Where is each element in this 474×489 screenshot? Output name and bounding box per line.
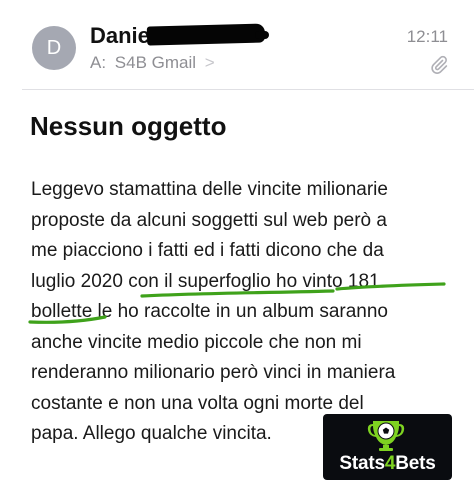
paperclip-icon[interactable] (430, 54, 448, 74)
logo-text-bets: Bets (395, 453, 436, 474)
header-divider (22, 89, 474, 90)
body-line: bollette le ho raccolte in un album sara… (31, 301, 389, 322)
stats4bets-logo: Stats4Bets (323, 414, 452, 480)
recipient-row[interactable]: A: S4B Gmail > (90, 53, 215, 73)
chevron-right-icon[interactable]: > (205, 53, 215, 72)
body-line: anche vincite medio piccole che non mi (31, 331, 362, 353)
recipient-label: A: (90, 53, 107, 72)
logo-text-stats: Stats (339, 453, 385, 474)
sender-initial: D (46, 36, 62, 59)
sender-avatar[interactable]: D (32, 26, 76, 70)
sender-redaction-tail (255, 31, 269, 39)
logo-text-4: 4 (384, 453, 396, 474)
email-subject: Nessun oggetto (30, 111, 227, 141)
body-line: Leggevo stamattina delle vincite miliona… (31, 179, 388, 200)
body-line: luglio 2020 con il superfoglio ho vinto … (31, 270, 380, 292)
body-line: proposte da alcuni soggetti sul web però… (31, 209, 387, 231)
recipient-name[interactable]: S4B Gmail (115, 53, 196, 72)
trophy-soccer-icon (367, 421, 405, 451)
email-time: 12:11 (406, 27, 448, 46)
body-line: renderanno milionario però vinci in mani… (31, 362, 396, 383)
body-line: me piacciono i fatti ed i fatti dicono c… (31, 240, 384, 261)
email-body: Leggevo stamattina delle vincite miliona… (31, 175, 471, 450)
sender-redaction (146, 23, 266, 46)
logo-text: Stats4Bets (323, 453, 452, 475)
